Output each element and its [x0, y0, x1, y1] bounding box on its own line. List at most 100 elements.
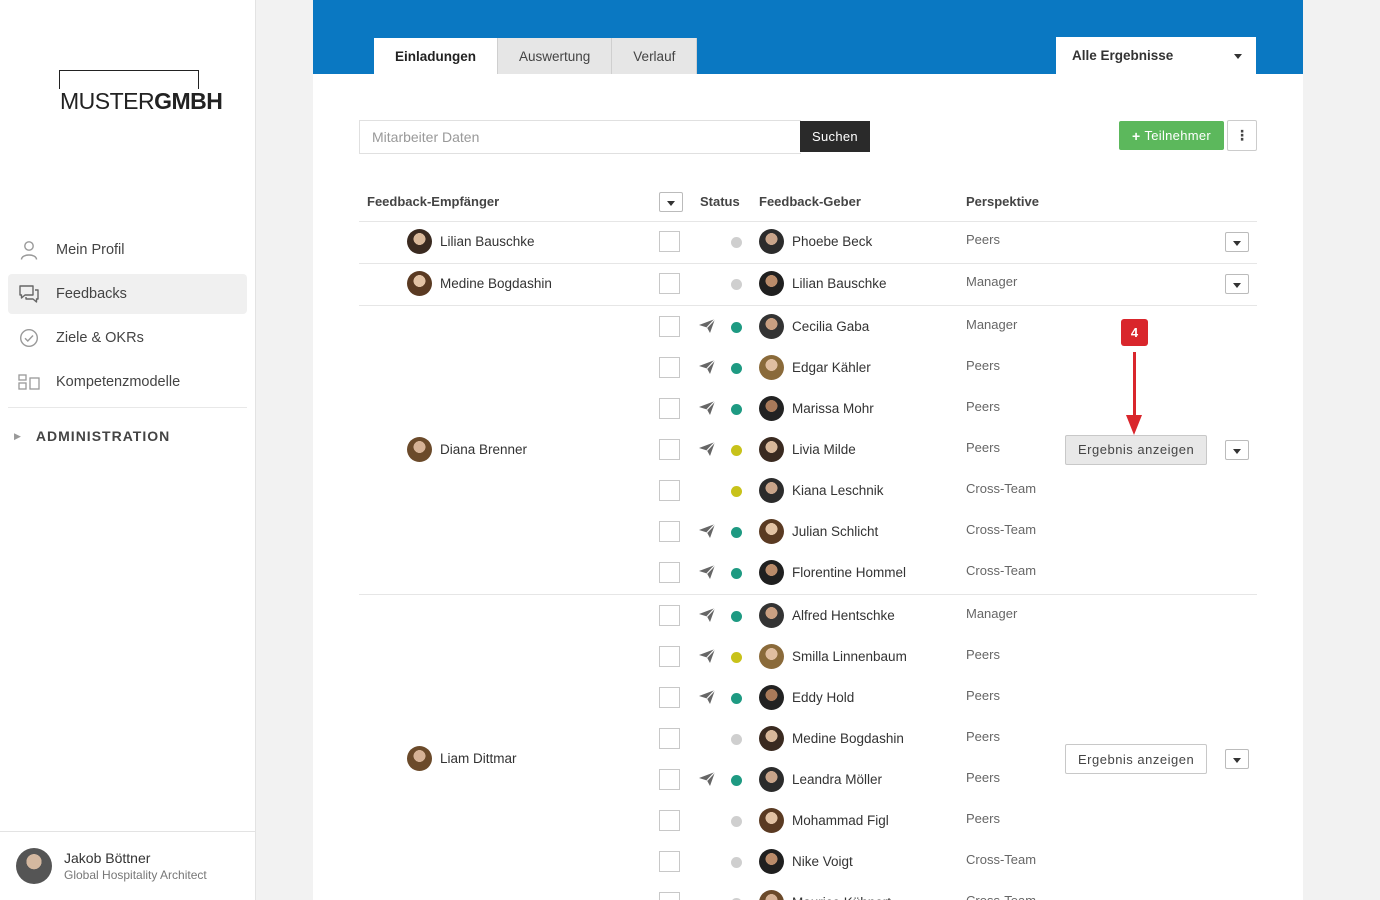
filter-value: Alle Ergebnisse [1072, 48, 1174, 63]
sidebar-item-ziele-okrs[interactable]: Ziele & OKRs [8, 318, 247, 358]
chevron-down-icon [1234, 54, 1242, 59]
giver-name: Lilian Bauschke [792, 275, 887, 291]
giver-cell[interactable]: Livia Milde [759, 436, 856, 462]
row-checkbox[interactable] [659, 272, 680, 294]
tab-bar: Einladungen Auswertung Verlauf [374, 38, 698, 74]
giver-cell[interactable]: Smilla Linnenbaum [759, 643, 907, 669]
chevron-down-icon [1233, 758, 1241, 763]
giver-cell[interactable]: Lilian Bauschke [759, 270, 887, 296]
annotation-arrow-head [1126, 415, 1142, 435]
avatar [759, 766, 784, 792]
bulk-select-dropdown[interactable] [659, 192, 683, 212]
row-checkbox[interactable] [659, 604, 680, 626]
admin-label: ADMINISTRATION [35, 428, 171, 444]
show-result-button[interactable]: Ergebnis anzeigen [1065, 744, 1208, 774]
giver-cell[interactable]: Alfred Hentschke [759, 602, 895, 628]
logo-text-bold: GMBH [154, 88, 223, 114]
giver-cell[interactable]: Eddy Hold [759, 684, 854, 710]
giver-cell[interactable]: Florentine Hommel [759, 559, 906, 585]
row-checkbox[interactable] [659, 397, 680, 419]
avatar [759, 684, 784, 710]
perspective-label: Peers [966, 439, 1000, 455]
kebab-menu-icon: ⋮ [1235, 127, 1249, 143]
row-checkbox[interactable] [659, 438, 680, 460]
user-profile[interactable]: Jakob Böttner Global Hospitality Archite… [0, 831, 255, 900]
row-actions-dropdown[interactable] [1225, 274, 1249, 294]
search-button[interactable]: Suchen [800, 121, 870, 152]
paper-plane-icon [698, 648, 716, 664]
paper-plane-icon [698, 523, 716, 539]
tab-einladungen[interactable]: Einladungen [374, 38, 498, 74]
sidebar-item-kompetenzmodelle[interactable]: Kompetenzmodelle [8, 362, 247, 402]
row-checkbox[interactable] [659, 891, 680, 900]
sidebar-item-feedbacks[interactable]: Feedbacks [8, 274, 247, 314]
paper-plane-icon [698, 689, 716, 705]
giver-cell[interactable]: Mohammad Figl [759, 807, 889, 833]
row-checkbox[interactable] [659, 645, 680, 667]
perspective-label: Peers [966, 810, 1000, 826]
tab-verlauf[interactable]: Verlauf [612, 38, 698, 74]
chat-icon [18, 283, 40, 305]
giver-name: Smilla Linnenbaum [792, 648, 907, 664]
status-yellow-icon [731, 485, 742, 497]
add-participant-button[interactable]: + Teilnehmer [1119, 121, 1224, 150]
perspective-label: Cross-Team [966, 892, 1037, 900]
giver-name: Mohammad Figl [792, 812, 889, 828]
row-checkbox[interactable] [659, 230, 680, 252]
row-actions-dropdown[interactable] [1225, 232, 1249, 252]
sidebar-nav: Mein Profil Feedbacks Ziele & OKRs Kompe… [8, 230, 247, 406]
logo-text-light: MUSTER [60, 88, 155, 114]
add-participant-label: Teilnehmer [1144, 128, 1212, 143]
step-marker: 4 [1121, 319, 1148, 346]
row-actions-dropdown[interactable] [1225, 749, 1249, 769]
giver-cell[interactable]: Maurice Kühnert [759, 889, 891, 900]
giver-cell[interactable]: Kiana Leschnik [759, 477, 884, 503]
check-circle-icon [18, 327, 40, 349]
row-checkbox[interactable] [659, 479, 680, 501]
giver-name: Leandra Möller [792, 771, 883, 787]
status-yellow-icon [731, 651, 742, 663]
row-checkbox[interactable] [659, 768, 680, 790]
row-checkbox[interactable] [659, 686, 680, 708]
row-checkbox[interactable] [659, 356, 680, 378]
giver-cell[interactable]: Phoebe Beck [759, 228, 873, 254]
results-filter-select[interactable]: Alle Ergebnisse [1056, 37, 1256, 74]
perspective-label: Manager [966, 316, 1018, 332]
show-result-button[interactable]: Ergebnis anzeigen [1065, 434, 1208, 465]
avatar [759, 313, 784, 339]
avatar [759, 395, 784, 421]
row-checkbox[interactable] [659, 850, 680, 872]
avatar [759, 725, 784, 751]
paper-plane-icon [698, 318, 716, 334]
giver-cell[interactable]: Julian Schlicht [759, 518, 878, 544]
row-divider [359, 305, 1257, 306]
giver-cell[interactable]: Cecilia Gaba [759, 313, 869, 339]
giver-cell[interactable]: Medine Bogdashin [759, 725, 904, 751]
giver-cell[interactable]: Leandra Möller [759, 766, 883, 792]
row-checkbox[interactable] [659, 809, 680, 831]
paper-plane-icon [698, 564, 716, 580]
search-input[interactable] [359, 120, 801, 154]
sidebar-item-label: Kompetenzmodelle [56, 374, 181, 390]
status-green-icon [731, 321, 742, 333]
giver-cell[interactable]: Nike Voigt [759, 848, 853, 874]
paper-plane-icon [698, 607, 716, 623]
sidebar-item-mein-profil[interactable]: Mein Profil [8, 230, 247, 270]
more-options-button[interactable]: ⋮ [1227, 120, 1257, 151]
perspective-label: Cross-Team [966, 851, 1037, 867]
row-divider [359, 594, 1257, 595]
tab-auswertung[interactable]: Auswertung [498, 38, 613, 74]
giver-cell[interactable]: Marissa Mohr [759, 395, 874, 421]
chevron-down-icon [667, 201, 675, 206]
giver-name: Phoebe Beck [792, 233, 873, 249]
giver-cell[interactable]: Edgar Kähler [759, 354, 871, 380]
status-grey-icon [731, 815, 742, 827]
row-checkbox[interactable] [659, 520, 680, 542]
paper-plane-icon [698, 771, 716, 787]
row-checkbox[interactable] [659, 561, 680, 583]
logo[interactable]: MUSTERGMBH [58, 70, 225, 114]
row-checkbox[interactable] [659, 315, 680, 337]
row-actions-dropdown[interactable] [1225, 439, 1249, 460]
sidebar-item-administration[interactable]: ▶ ADMINISTRATION [14, 428, 170, 444]
row-checkbox[interactable] [659, 727, 680, 749]
